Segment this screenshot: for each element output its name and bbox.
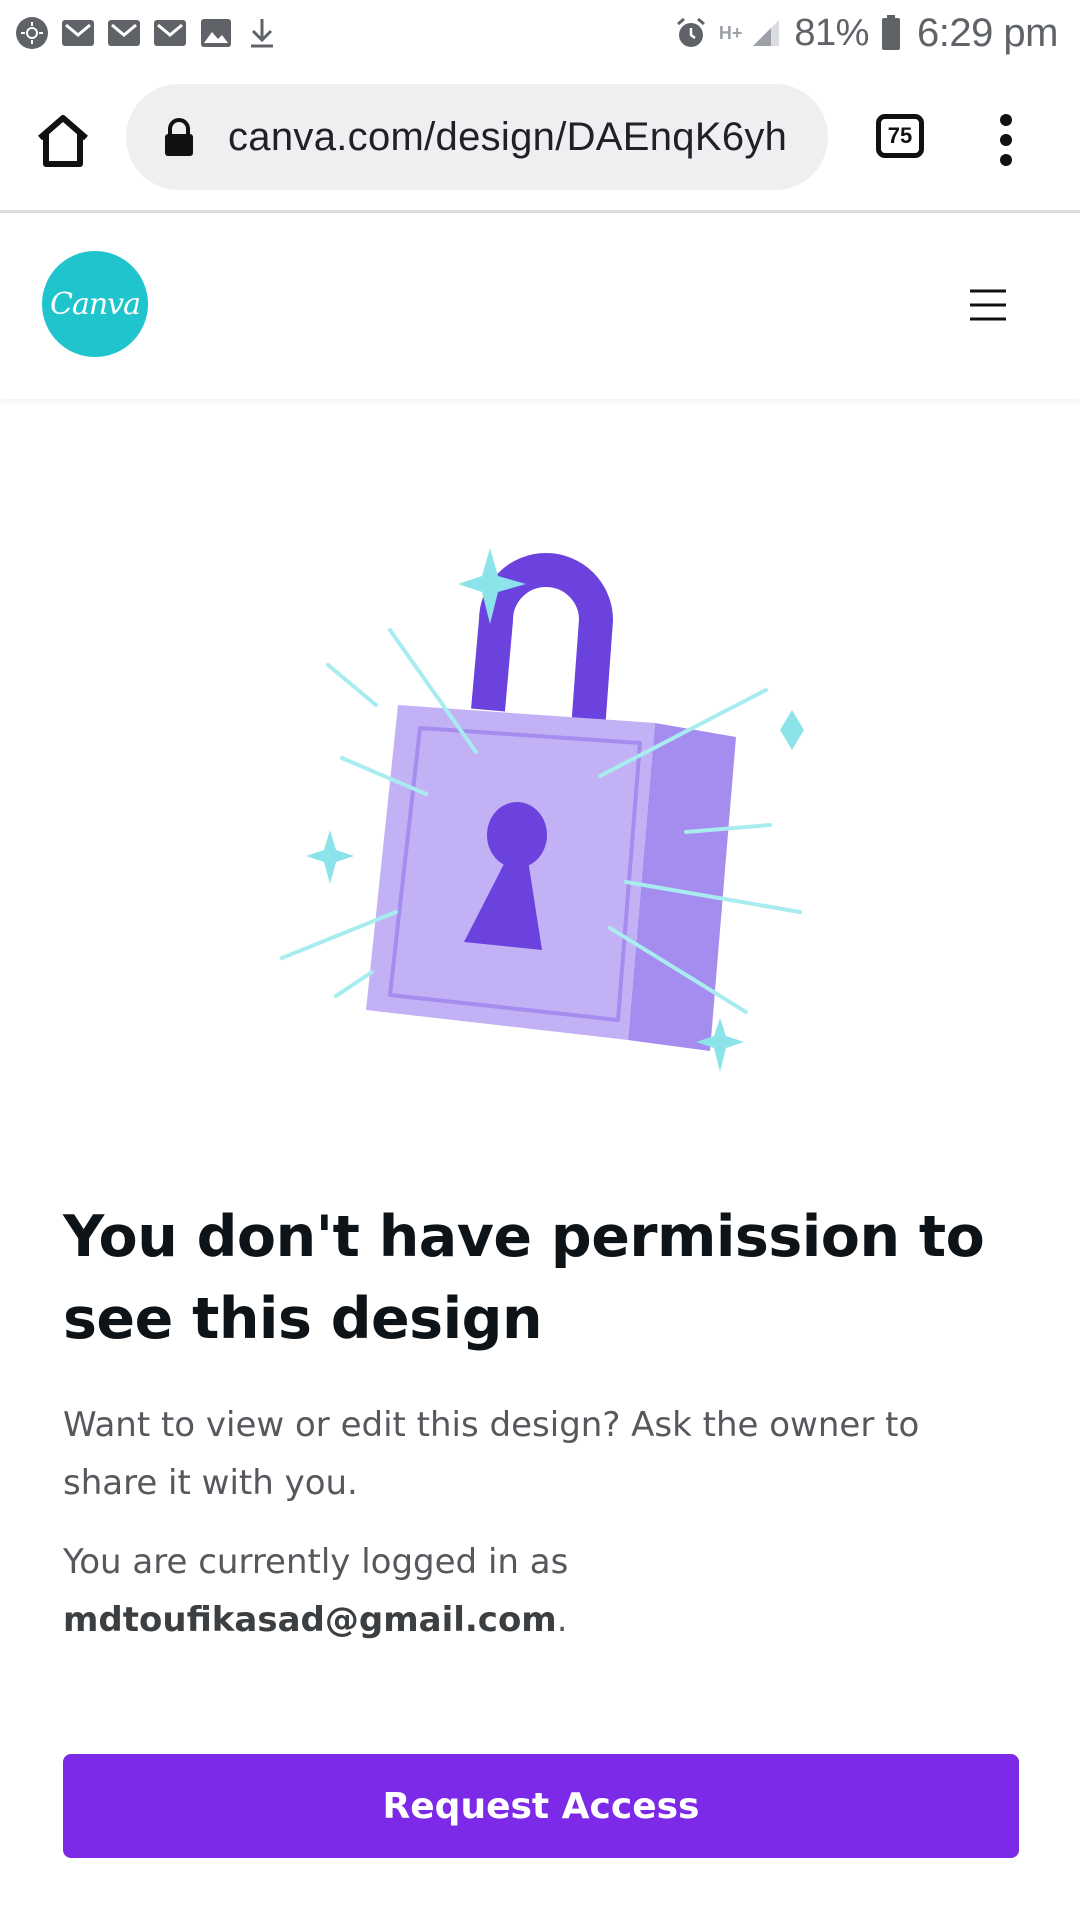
- permission-message: Want to view or edit this design? Ask th…: [63, 1405, 920, 1503]
- user-email: mdtoufikasad@gmail.com: [63, 1600, 557, 1640]
- gallery-icon: [198, 15, 234, 51]
- logged-in-prefix: You are currently logged in as: [63, 1542, 569, 1582]
- logo-text: Canva: [50, 286, 141, 322]
- site-header: Canva: [0, 213, 1080, 399]
- page-title: You don't have permission to see this de…: [63, 1204, 985, 1352]
- weather-icon: [14, 15, 50, 51]
- battery-percent: 81%: [794, 11, 869, 54]
- hamburger-menu-icon[interactable]: [968, 285, 1008, 325]
- logged-in-message: You are currently logged in as mdtoufikas…: [63, 1533, 993, 1649]
- request-access-button[interactable]: Request Access: [63, 1754, 1019, 1858]
- tab-count: 75: [887, 123, 913, 148]
- tab-switcher-button[interactable]: 75: [876, 114, 924, 158]
- home-icon[interactable]: [32, 110, 94, 172]
- logged-in-suffix: .: [556, 1600, 568, 1640]
- url-text: canva.com/design/DAEnqK6yh: [228, 114, 788, 159]
- padlock-illustration: [270, 540, 810, 1080]
- gmail-icon: [60, 15, 96, 51]
- network-type: H+: [718, 22, 743, 43]
- signal-icon: [748, 15, 784, 51]
- system-status: H+ 81% 6:29 pm: [673, 8, 1059, 58]
- gmail-icon: [152, 15, 188, 51]
- lock-icon: [162, 117, 196, 157]
- address-bar[interactable]: canva.com/design/DAEnqK6yh: [126, 84, 828, 190]
- clock: 6:29 pm: [916, 10, 1059, 55]
- browser-toolbar: canva.com/design/DAEnqK6yh 75: [0, 66, 1080, 213]
- status-bar: H+ 81% 6:29 pm: [0, 0, 1080, 66]
- alarm-icon: [673, 15, 709, 51]
- battery-icon: [879, 15, 903, 51]
- overflow-menu-icon[interactable]: [994, 110, 1018, 170]
- notification-icons: [14, 10, 280, 56]
- download-icon: [244, 15, 280, 51]
- canva-logo[interactable]: Canva: [42, 251, 148, 357]
- gmail-icon: [106, 15, 142, 51]
